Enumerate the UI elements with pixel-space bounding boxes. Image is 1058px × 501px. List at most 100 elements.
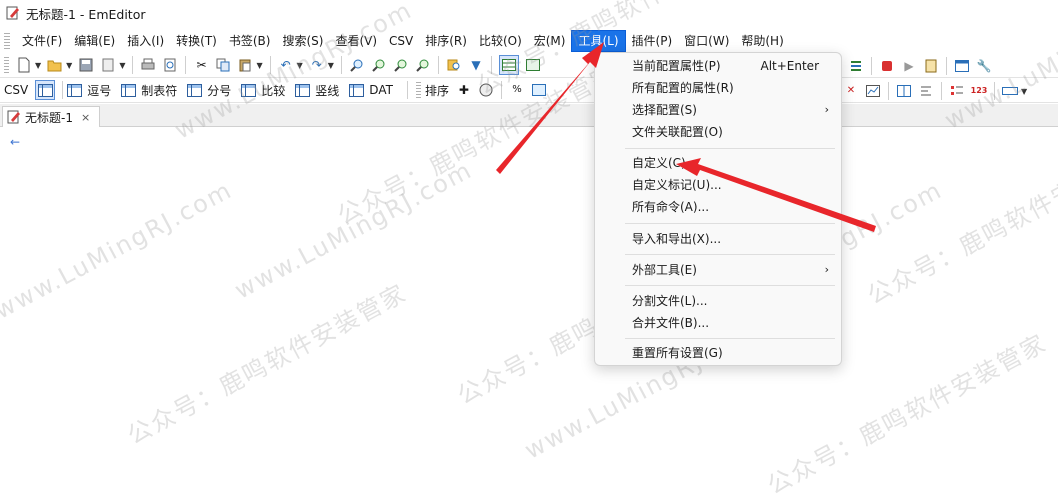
csv-mode-icon[interactable] — [498, 55, 519, 75]
menu-separator — [625, 285, 835, 286]
filter-icon[interactable]: ▼ — [468, 57, 484, 73]
list-icon[interactable] — [848, 58, 864, 74]
csv-dat-button[interactable]: DAT — [349, 83, 393, 97]
redo-icon[interactable]: ↷ — [309, 57, 325, 73]
menu-view[interactable]: 查看(V) — [329, 31, 383, 51]
menu-plugins[interactable]: 插件(P) — [626, 31, 679, 51]
menu-item-split-file[interactable]: 分割文件(L)... — [632, 291, 829, 311]
paste-dropdown-icon[interactable]: ▼ — [256, 61, 262, 70]
number-format-icon[interactable]: 123 — [971, 83, 988, 99]
csv-grid-icon[interactable] — [525, 57, 541, 73]
menu-insert[interactable]: 插入(I) — [121, 31, 170, 51]
redo-dropdown-icon[interactable]: ▼ — [328, 61, 334, 70]
csv-tail-group: ✕ 123 ▼ — [840, 82, 1030, 100]
menu-file[interactable]: 文件(F) — [16, 31, 68, 51]
window-icon[interactable] — [954, 58, 970, 74]
menu-search[interactable]: 搜索(S) — [276, 31, 329, 51]
csv-table-icon[interactable] — [35, 80, 56, 100]
print-preview-icon[interactable] — [162, 57, 178, 73]
macro-edit-icon[interactable] — [923, 58, 939, 74]
paste-icon[interactable] — [237, 57, 253, 73]
toolbar-separator — [132, 56, 134, 74]
menu-item-label: 外部工具(E) — [632, 263, 697, 277]
menu-edit[interactable]: 编辑(E) — [68, 31, 121, 51]
csv-pipe-button[interactable]: 竖线 — [295, 82, 339, 99]
menu-bar: 文件(F) 编辑(E) 插入(I) 转换(T) 书签(B) 搜索(S) 查看(V… — [0, 30, 1058, 52]
save-icon[interactable] — [78, 57, 94, 73]
menu-item-label: 所有配置的属性(R) — [632, 81, 734, 95]
toolbar-separator — [490, 56, 492, 74]
menu-item-all-commands[interactable]: 所有命令(A)... — [632, 197, 829, 217]
open-dropdown-icon[interactable]: ▼ — [66, 61, 72, 70]
menu-sort[interactable]: 排序(R) — [419, 31, 473, 51]
menu-item-import-export[interactable]: 导入和导出(X)... — [632, 229, 829, 249]
new-file-icon[interactable] — [16, 57, 32, 73]
menu-help[interactable]: 帮助(H) — [735, 31, 789, 51]
menu-item-combine-files[interactable]: 合并文件(B)... — [632, 313, 829, 333]
ruler-icon[interactable] — [1002, 83, 1018, 99]
menu-item-file-association-config[interactable]: 文件关联配置(O) — [632, 122, 829, 142]
tab-untitled-1[interactable]: 无标题-1 × — [2, 106, 100, 127]
window-title: 无标题-1 - EmEditor — [26, 6, 146, 22]
menu-bookmarks[interactable]: 书签(B) — [223, 31, 277, 51]
menu-item-customize-markers[interactable]: 自定义标记(U)... — [632, 175, 829, 195]
save-dropdown-icon[interactable]: ▼ — [119, 61, 125, 70]
editor-area[interactable]: ← — [0, 127, 1058, 441]
menu-window[interactable]: 窗口(W) — [678, 31, 735, 51]
menu-separator — [625, 223, 835, 224]
find-prev-icon[interactable] — [393, 57, 409, 73]
menu-csv[interactable]: CSV — [383, 31, 419, 51]
find-next-icon[interactable] — [371, 57, 387, 73]
find-icon[interactable] — [349, 57, 365, 73]
grid-icon — [349, 83, 365, 97]
csv-comma-button[interactable]: 逗号 — [67, 82, 111, 99]
table-icon[interactable] — [896, 83, 912, 99]
column-split-icon[interactable]: % — [509, 82, 525, 98]
csv-semicolon-button[interactable]: 分号 — [187, 82, 231, 99]
chart-icon[interactable] — [865, 83, 881, 99]
menu-item-label: 选择配置(S) — [632, 103, 697, 117]
menu-item-external-tools[interactable]: 外部工具(E) › — [632, 260, 829, 280]
menu-item-customize[interactable]: 自定义(C)... — [632, 153, 829, 173]
document-tab-bar: 无标题-1 × — [0, 104, 1058, 127]
grid-icon — [37, 83, 53, 97]
save-as-icon[interactable] — [100, 57, 116, 73]
menubar-grip — [4, 33, 10, 49]
find-in-files-icon[interactable] — [446, 57, 462, 73]
menu-compare[interactable]: 比较(O) — [473, 31, 528, 51]
toolbar-separator — [994, 82, 995, 100]
print-icon[interactable] — [140, 57, 156, 73]
menu-macros[interactable]: 宏(M) — [528, 31, 572, 51]
csv-close-icon[interactable]: ✕ — [843, 83, 859, 99]
toolbar-separator — [185, 56, 187, 74]
menu-convert[interactable]: 转换(T) — [170, 31, 223, 51]
macro-run-icon[interactable]: ▶ — [901, 58, 917, 74]
close-icon[interactable]: × — [81, 111, 90, 124]
ruler-dropdown-icon[interactable]: ▼ — [1021, 87, 1027, 96]
cut-icon[interactable]: ✂ — [193, 57, 209, 73]
menu-item-label: 分割文件(L)... — [632, 294, 708, 308]
menu-item-select-config[interactable]: 选择配置(S) › — [632, 100, 829, 120]
csv-column-icon[interactable] — [531, 82, 547, 98]
stop-record-icon[interactable] — [879, 58, 895, 74]
numbering-icon[interactable] — [949, 83, 965, 99]
replace-icon[interactable] — [415, 57, 431, 73]
new-file-dropdown-icon[interactable]: ▼ — [35, 61, 41, 70]
align-icon[interactable] — [918, 83, 934, 99]
csv-compare-button[interactable]: 比较 — [241, 82, 285, 99]
undo-dropdown-icon[interactable]: ▼ — [297, 61, 303, 70]
sort-button[interactable]: 排序 — [425, 82, 449, 99]
menu-tools[interactable]: 工具(L) — [571, 30, 626, 52]
undo-icon[interactable]: ↶ — [278, 57, 294, 73]
wrench-icon[interactable]: 🔧 — [976, 58, 992, 74]
open-folder-icon[interactable] — [47, 57, 63, 73]
copy-icon[interactable] — [215, 57, 231, 73]
csv-tab-button[interactable]: 制表符 — [121, 82, 177, 99]
toolbar-separator — [62, 81, 64, 99]
plus-icon[interactable]: ✚ — [456, 82, 472, 98]
menu-item-current-config-properties[interactable]: 当前配置属性(P) Alt+Enter — [632, 56, 829, 76]
sort-option-icon[interactable] — [478, 82, 494, 98]
menu-item-label: 当前配置属性(P) — [632, 59, 721, 73]
menu-item-reset-all-settings[interactable]: 重置所有设置(G) — [632, 343, 829, 363]
menu-item-all-config-properties[interactable]: 所有配置的属性(R) — [632, 78, 829, 98]
